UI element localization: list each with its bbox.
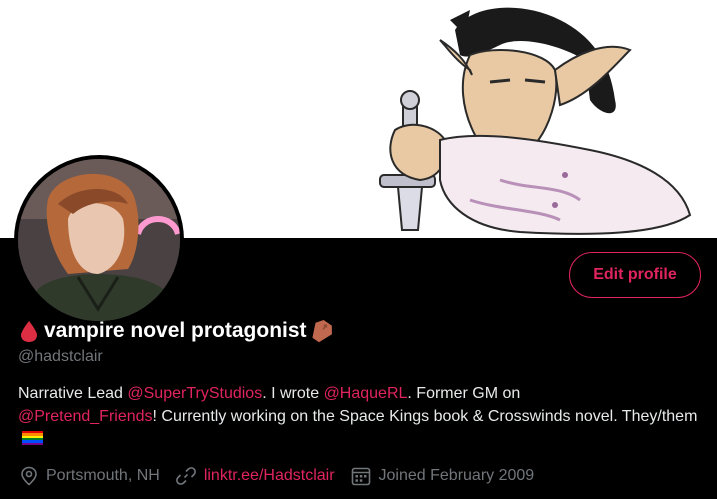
coffin-icon — [311, 319, 332, 343]
mention-link[interactable]: @HaqueRL — [324, 385, 408, 402]
bio-text: Narrative Lead — [18, 385, 128, 402]
link-icon — [175, 467, 196, 485]
location-item: Portsmouth, NH — [20, 466, 160, 486]
location-text: Portsmouth, NH — [46, 467, 160, 484]
joined-item: Joined February 2009 — [351, 466, 535, 486]
mention-link[interactable]: @Pretend_Friends — [18, 408, 153, 425]
display-name: vampire novel protagonist — [44, 319, 307, 342]
website-link[interactable]: linktr.ee/Hadstclair — [204, 467, 335, 485]
edit-profile-button[interactable]: Edit profile — [569, 252, 701, 298]
avatar-photo — [18, 159, 180, 321]
profile-meta: Portsmouth, NH linktr.ee/Hadstclair Join… — [20, 466, 550, 486]
profile-bio: Narrative Lead @SuperTryStudios. I wrote… — [18, 382, 708, 451]
blood-drop-icon — [21, 321, 37, 342]
bio-text: . Former GM on — [407, 385, 521, 402]
website-item[interactable]: linktr.ee/Hadstclair — [175, 466, 335, 486]
mention-link[interactable]: @SuperTryStudios — [127, 385, 262, 402]
rainbow-flag-icon — [22, 431, 43, 445]
location-pin-icon — [21, 466, 37, 486]
calendar-icon — [351, 467, 370, 486]
joined-text: Joined February 2009 — [378, 467, 535, 484]
display-name-row: vampire novel protagonist — [18, 319, 333, 343]
avatar[interactable] — [14, 155, 184, 325]
bio-text: . I wrote — [262, 385, 324, 402]
bio-text: ! Currently working on the Space Kings b… — [152, 408, 698, 425]
user-handle: @hadstclair — [18, 348, 103, 365]
